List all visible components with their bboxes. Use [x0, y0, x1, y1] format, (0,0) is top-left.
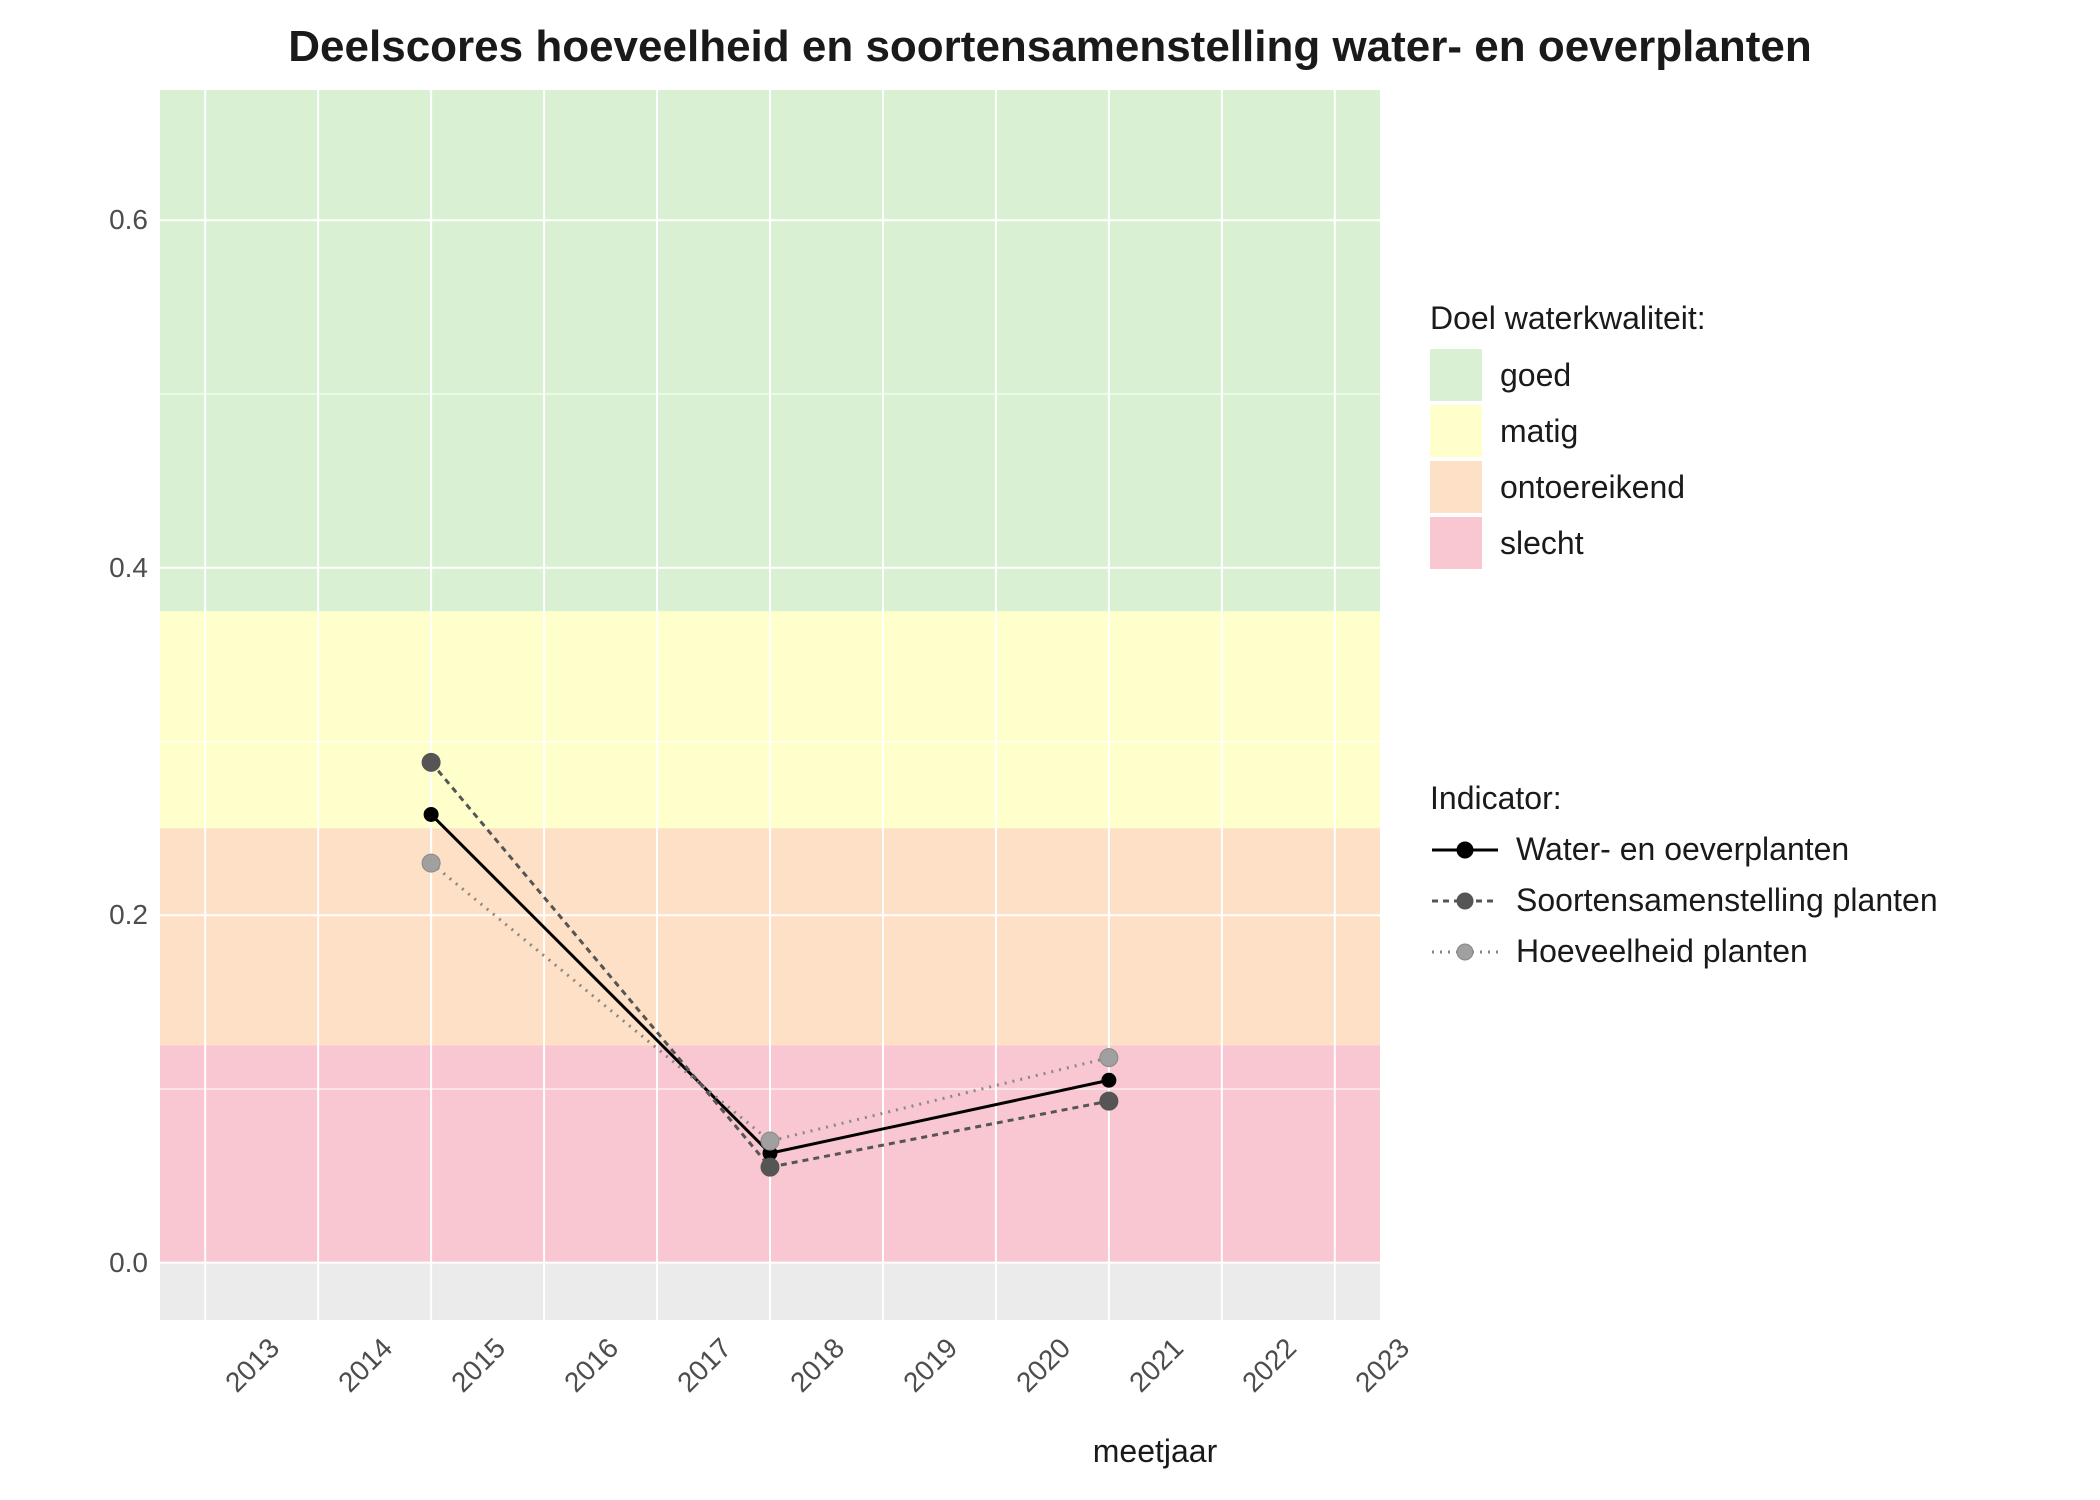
legend-series-rows: Water- en oeverplanten Soortensamenstelli…	[1430, 831, 1938, 970]
y-tick-label: 0.0	[68, 1247, 148, 1279]
x-tick-label: 2020	[1010, 1332, 1077, 1399]
series-point	[424, 807, 438, 821]
legend-series: Indicator: Water- en oeverplanten Soorten…	[1430, 780, 1938, 984]
y-tick-label: 0.6	[68, 204, 148, 236]
legend-band-swatch	[1430, 349, 1482, 401]
legend-series-title: Indicator:	[1430, 780, 1938, 817]
x-axis-label: meetjaar	[1093, 1433, 1218, 1470]
legend-band-row: ontoereikend	[1430, 461, 1706, 513]
x-tick-label: 2023	[1349, 1332, 1416, 1399]
x-tick-label: 2014	[332, 1332, 399, 1399]
legend-band-swatch	[1430, 517, 1482, 569]
legend-band-swatch	[1430, 405, 1482, 457]
x-tick-label: 2021	[1123, 1332, 1190, 1399]
plot-area	[160, 90, 1380, 1320]
x-tick-label: 2013	[219, 1332, 286, 1399]
y-tick-label: 0.4	[68, 552, 148, 584]
chart-figure: Deelscores hoeveelheid en soortensamenst…	[0, 0, 2100, 1500]
legend-bands: Doel waterkwaliteit: goed matig ontoereike…	[1430, 300, 1706, 573]
y-tick-label: 0.2	[68, 899, 148, 931]
legend-band-label: slecht	[1500, 525, 1584, 562]
legend-band-swatch	[1430, 461, 1482, 513]
series-point	[422, 753, 440, 771]
legend-band-row: slecht	[1430, 517, 1706, 569]
chart-title: Deelscores hoeveelheid en soortensamenst…	[0, 22, 2100, 72]
x-tick-label: 2017	[671, 1332, 738, 1399]
series-point	[1100, 1092, 1118, 1110]
series-point	[761, 1158, 779, 1176]
x-tick-label: 2019	[897, 1332, 964, 1399]
legend-band-label: goed	[1500, 357, 1571, 394]
legend-series-row: Water- en oeverplanten	[1430, 831, 1938, 868]
legend-bands-rows: goed matig ontoereikend slecht	[1430, 349, 1706, 569]
legend-series-label: Hoeveelheid planten	[1516, 933, 1808, 970]
legend-series-swatch	[1430, 835, 1500, 865]
series-point	[1102, 1073, 1116, 1087]
x-tick-label: 2015	[445, 1332, 512, 1399]
series-point	[1100, 1049, 1118, 1067]
legend-series-row: Soortensamenstelling planten	[1430, 882, 1938, 919]
plot-svg	[160, 90, 1380, 1320]
legend-bands-title: Doel waterkwaliteit:	[1430, 300, 1706, 337]
legend-series-row: Hoeveelheid planten	[1430, 933, 1938, 970]
legend-band-row: goed	[1430, 349, 1706, 401]
x-tick-label: 2022	[1236, 1332, 1303, 1399]
legend-band-label: ontoereikend	[1500, 469, 1685, 506]
x-tick-label: 2018	[784, 1332, 851, 1399]
legend-series-swatch	[1430, 937, 1500, 967]
legend-series-label: Soortensamenstelling planten	[1516, 882, 1938, 919]
legend-band-row: matig	[1430, 405, 1706, 457]
legend-series-swatch	[1430, 886, 1500, 916]
series-point	[761, 1132, 779, 1150]
x-tick-label: 2016	[558, 1332, 625, 1399]
legend-band-label: matig	[1500, 413, 1578, 450]
legend-series-label: Water- en oeverplanten	[1516, 831, 1849, 868]
series-point	[422, 854, 440, 872]
